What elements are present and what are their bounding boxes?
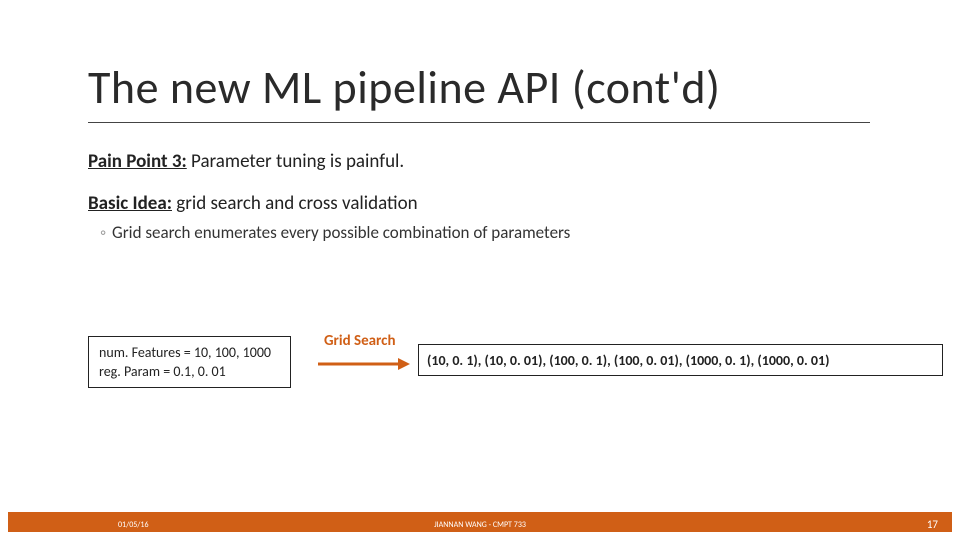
param-line-1: num. Features = 10, 100, 1000 (99, 344, 280, 363)
pain-point-text: Parameter tuning is painful. (187, 150, 404, 173)
slide-title: The new ML pipeline API (cont'd) (88, 60, 720, 116)
arrow-label: Grid Search (324, 332, 396, 350)
bullet-text: Grid search enumerates every possible co… (112, 222, 570, 243)
footer-author: JIANNAN WANG - CMPT 733 (0, 520, 960, 530)
basic-idea-line: Basic Idea: grid search and cross valida… (88, 192, 418, 215)
basic-idea-text: grid search and cross validation (172, 192, 418, 215)
footer-page-number: 17 (927, 518, 938, 531)
bullet-line: ◦Grid search enumerates every possible c… (100, 222, 570, 243)
slide: The new ML pipeline API (cont'd) Pain Po… (0, 0, 960, 540)
pain-point-line: Pain Point 3: Parameter tuning is painfu… (88, 150, 404, 173)
bullet-mark-icon: ◦ (100, 222, 112, 243)
param-line-2: reg. Param = 0.1, 0. 01 (99, 363, 280, 382)
basic-idea-label: Basic Idea: (88, 192, 172, 215)
parameters-box: num. Features = 10, 100, 1000 reg. Param… (88, 336, 291, 388)
pain-point-label: Pain Point 3: (88, 150, 187, 173)
grid-search-output-box: (10, 0. 1), (10, 0. 01), (100, 0. 1), (1… (418, 344, 943, 376)
grid-search-output-text: (10, 0. 1), (10, 0. 01), (100, 0. 1), (1… (427, 352, 829, 369)
title-underline (88, 122, 870, 123)
arrow-right-icon (316, 356, 411, 372)
